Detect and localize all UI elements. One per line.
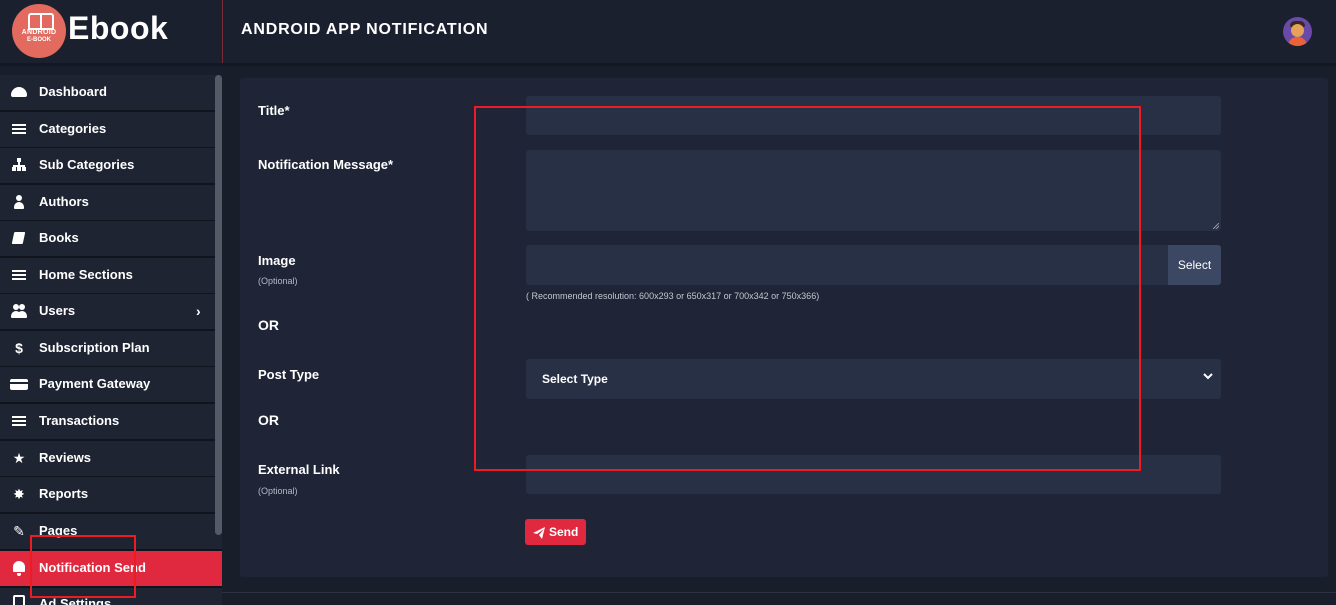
- star-icon: ★: [12, 450, 26, 466]
- user-avatar[interactable]: [1283, 17, 1312, 46]
- sidebar-item-payment-gateway[interactable]: Payment Gateway: [0, 367, 222, 404]
- sidebar-item-transactions[interactable]: Transactions: [0, 404, 222, 441]
- logo-text-line2: E-BOOK: [27, 37, 51, 43]
- sidebar-item-label: Users: [39, 303, 76, 318]
- paper-plane-icon: [533, 526, 545, 539]
- sidebar-item-home-sections[interactable]: Home Sections: [0, 258, 222, 295]
- ad-icon: [11, 595, 27, 605]
- sidebar-item-dashboard[interactable]: Dashboard: [0, 75, 222, 112]
- sidebar-item-users[interactable]: Users ›: [0, 294, 222, 331]
- bug-icon: ✸: [13, 486, 25, 502]
- annotation-box-sidebar: [30, 535, 136, 598]
- brand-name: Ebook: [68, 10, 169, 46]
- dashboard-gauge-icon: [11, 84, 27, 100]
- sidebar-item-label: Categories: [39, 121, 107, 136]
- annotation-box-form: [474, 106, 1141, 471]
- sidebar-item-label: Reports: [39, 486, 89, 501]
- top-header: ANDROID E-BOOK Ebook ANDROID APP NOTIFIC…: [0, 0, 1336, 66]
- app-logo: ANDROID E-BOOK: [12, 4, 66, 58]
- footer-divider: [222, 592, 1336, 593]
- post-type-label: Post Type: [258, 367, 320, 382]
- sidebar-item-label: Reviews: [39, 450, 92, 465]
- sidebar-item-categories[interactable]: Categories: [0, 112, 222, 149]
- sidebar-item-label: Transactions: [39, 413, 120, 428]
- users-icon: [11, 303, 27, 319]
- or-divider: OR: [258, 412, 279, 428]
- resize-grip-icon[interactable]: [1213, 223, 1219, 229]
- or-divider: OR: [258, 317, 279, 333]
- list-icon: [11, 413, 27, 429]
- external-link-optional-note: (Optional): [258, 486, 298, 496]
- sidebar-item-sub-categories[interactable]: Sub Categories: [0, 148, 222, 185]
- send-button-label: Send: [549, 525, 579, 539]
- page-title: ANDROID APP NOTIFICATION: [241, 21, 489, 38]
- sidebar-item-reviews[interactable]: ★ Reviews: [0, 441, 222, 478]
- dollar-icon: $: [15, 340, 23, 356]
- sidebar-item-reports[interactable]: ✸ Reports: [0, 477, 222, 514]
- title-label: Title*: [258, 103, 290, 118]
- sidebar-item-label: Books: [39, 230, 79, 245]
- logo-text-line1: ANDROID: [21, 29, 57, 36]
- sitemap-icon: [11, 157, 27, 173]
- list-icon: [11, 121, 27, 137]
- chevron-down-icon: [1203, 370, 1213, 384]
- sidebar-item-authors[interactable]: Authors: [0, 185, 222, 222]
- sidebar-item-label: Sub Categories: [39, 157, 135, 172]
- list-icon: [11, 267, 27, 283]
- sidebar-item-label: Dashboard: [39, 84, 107, 99]
- sidebar-item-subscription-plan[interactable]: $ Subscription Plan: [0, 331, 222, 368]
- image-label: Image: [258, 253, 296, 268]
- chevron-right-icon: ›: [196, 303, 201, 319]
- sidebar: Dashboard Categories Sub Categories Auth…: [0, 75, 222, 605]
- book-logo-icon: [28, 13, 54, 30]
- brand[interactable]: ANDROID E-BOOK Ebook: [0, 0, 223, 63]
- sidebar-item-books[interactable]: Books: [0, 221, 222, 258]
- user-icon: [11, 194, 27, 210]
- avatar-body: [1288, 37, 1307, 46]
- send-button[interactable]: Send: [525, 519, 586, 545]
- message-label: Notification Message*: [258, 157, 394, 172]
- edit-icon: ✎: [13, 523, 25, 539]
- sidebar-item-label: Home Sections: [39, 267, 133, 282]
- avatar-face: [1291, 24, 1304, 37]
- sidebar-item-label: Payment Gateway: [39, 376, 151, 391]
- image-optional-note: (Optional): [258, 276, 298, 286]
- sidebar-item-label: Subscription Plan: [39, 340, 150, 355]
- external-link-label: External Link: [258, 462, 340, 477]
- sidebar-item-label: Authors: [39, 194, 89, 209]
- book-icon: [11, 230, 27, 246]
- image-select-button[interactable]: Select: [1168, 245, 1221, 285]
- credit-card-icon: [10, 376, 28, 392]
- bell-icon: [11, 560, 27, 576]
- sidebar-scrollbar[interactable]: [215, 75, 222, 535]
